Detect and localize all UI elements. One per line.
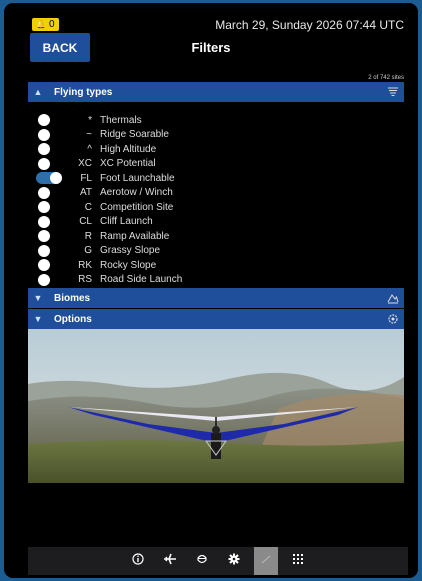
flying-type-code: XC	[78, 158, 92, 170]
section-options[interactable]: ▼ Options	[28, 309, 404, 329]
info-icon	[132, 552, 144, 570]
grid-button[interactable]	[286, 547, 310, 575]
toggle-knob	[38, 143, 50, 156]
gear-button[interactable]	[222, 547, 246, 575]
datetime: March 29, Sunday 2026 07:44 UTC	[215, 18, 404, 32]
flying-type-label: Ramp Available	[100, 230, 170, 242]
flying-type-toggle[interactable]	[36, 143, 62, 156]
toggle-knob	[38, 230, 50, 243]
flying-type-toggle[interactable]	[36, 157, 62, 170]
flying-type-label: Foot Launchable	[100, 172, 175, 184]
gear-icon	[228, 552, 240, 570]
toggle-knob	[38, 273, 50, 286]
glider-icon	[260, 552, 272, 570]
flying-type-label: Cliff Launch	[100, 216, 153, 228]
flying-type-label: Competition Site	[100, 201, 174, 213]
flying-type-row: ~ Ridge Soarable	[36, 128, 396, 143]
page-title: Filters	[191, 40, 231, 55]
flying-type-code: RK	[78, 259, 92, 271]
flying-type-row: AT Aerotow / Winch	[36, 186, 396, 201]
flying-type-label: Thermals	[100, 114, 142, 126]
flying-type-label: Ridge Soarable	[100, 129, 169, 141]
airplane-icon	[163, 552, 177, 571]
flying-type-row: FL Foot Launchable	[36, 171, 396, 186]
flying-types-list: * Thermals ~ Ridge Soarable ^ High Altitude XC…	[36, 113, 396, 287]
pilot-icon	[196, 552, 208, 570]
section-label: Options	[54, 313, 92, 325]
flying-type-toggle[interactable]	[36, 128, 62, 141]
section-biomes[interactable]: ▼ Biomes	[28, 288, 404, 308]
flying-type-label: Road Side Launch	[100, 274, 183, 286]
settings-icon	[382, 309, 404, 329]
toggle-knob	[38, 114, 50, 127]
toggle-knob	[38, 259, 50, 272]
flying-type-row: CL Cliff Launch	[36, 215, 396, 230]
flying-type-toggle[interactable]	[36, 186, 62, 199]
flying-type-row: * Thermals	[36, 113, 396, 128]
flying-type-toggle[interactable]	[36, 230, 62, 243]
site-count: 2 of 742 sites	[368, 75, 404, 81]
toggle-knob	[38, 186, 50, 199]
flying-type-toggle[interactable]	[36, 201, 62, 214]
toggle-knob	[38, 244, 50, 257]
flying-type-code: ~	[86, 129, 92, 141]
toggle-knob	[38, 215, 50, 228]
bottom-toolbar	[28, 547, 408, 575]
flying-type-code: ^	[87, 143, 92, 155]
section-label: Flying types	[54, 86, 113, 98]
flying-type-label: XC Potential	[100, 158, 156, 170]
flying-type-toggle[interactable]	[36, 244, 62, 257]
mountain-icon	[382, 288, 404, 308]
toggle-knob	[38, 201, 50, 214]
grid-icon	[292, 552, 304, 570]
flying-type-code: G	[84, 245, 92, 257]
flying-type-row: G Grassy Slope	[36, 244, 396, 259]
flying-type-toggle[interactable]	[36, 273, 62, 286]
flying-type-code: RS	[78, 274, 92, 286]
info-button[interactable]	[126, 547, 150, 575]
chevron-up-icon: ▲	[33, 87, 43, 97]
toggle-knob	[38, 128, 50, 141]
flying-type-code: R	[84, 230, 92, 242]
flying-type-row: R Ramp Available	[36, 229, 396, 244]
flying-type-row: XC XC Potential	[36, 157, 396, 172]
chevron-down-icon: ▼	[33, 314, 43, 324]
glider-button[interactable]	[254, 547, 278, 575]
flying-type-code: CL	[79, 216, 92, 228]
airplane-button[interactable]	[158, 547, 182, 575]
flying-type-row: C Competition Site	[36, 200, 396, 215]
bell-icon: 🔔	[36, 20, 46, 29]
alert-badge[interactable]: 🔔 0	[32, 18, 59, 31]
pilot-button[interactable]	[190, 547, 214, 575]
flying-type-code: FL	[80, 172, 92, 184]
section-label: Biomes	[54, 292, 91, 304]
section-flying-types[interactable]: ▲ Flying types	[28, 82, 404, 102]
flying-type-toggle[interactable]	[36, 172, 62, 185]
flying-type-code: C	[84, 201, 92, 213]
flying-type-toggle[interactable]	[36, 114, 62, 127]
toggle-knob	[38, 157, 50, 170]
flying-type-code: *	[88, 114, 92, 126]
flying-type-code: AT	[79, 187, 92, 199]
flying-type-label: Aerotow / Winch	[100, 187, 173, 199]
flying-type-label: Rocky Slope	[100, 259, 157, 271]
flying-type-row: RK Rocky Slope	[36, 258, 396, 273]
flying-type-toggle[interactable]	[36, 215, 62, 228]
chevron-down-icon: ▼	[33, 293, 43, 303]
flying-type-row: RS Road Side Launch	[36, 273, 396, 288]
flying-type-label: High Altitude	[100, 143, 157, 155]
app-window: 🔔 0 March 29, Sunday 2026 07:44 UTC BACK…	[4, 3, 418, 578]
alert-count: 0	[48, 19, 55, 30]
flying-type-label: Grassy Slope	[100, 245, 161, 257]
flying-type-row: ^ High Altitude	[36, 142, 396, 157]
flying-type-toggle[interactable]	[36, 259, 62, 272]
hang-glider-photo	[28, 329, 404, 483]
toggle-knob	[50, 172, 62, 185]
tornado-icon	[382, 82, 404, 102]
